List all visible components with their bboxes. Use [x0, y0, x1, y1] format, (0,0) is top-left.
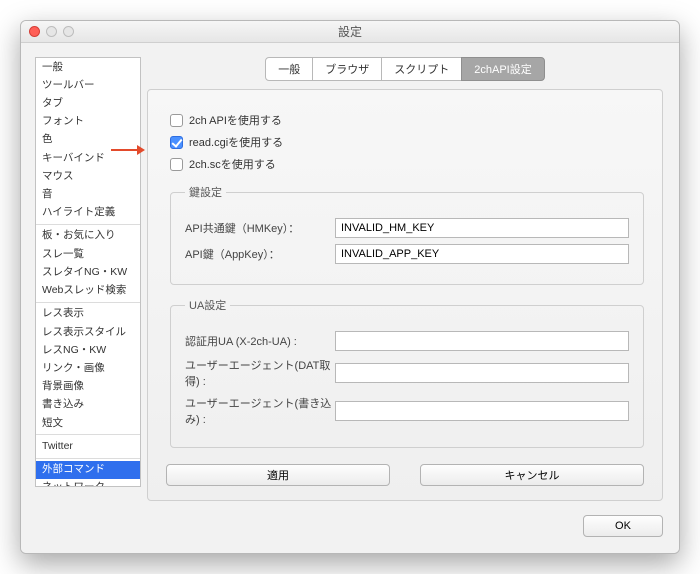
ok-button[interactable]: OK — [583, 515, 663, 537]
checkbox-use-read-cgi[interactable]: read.cgiを使用する — [170, 134, 644, 150]
tab[interactable]: スクリプト — [381, 57, 462, 81]
tab[interactable]: ブラウザ — [312, 57, 382, 81]
sidebar-item[interactable]: スレタイNG・KW — [36, 263, 140, 281]
appkey-input[interactable] — [335, 244, 629, 264]
sidebar-item[interactable]: Twitter — [36, 437, 140, 455]
annotation-arrow — [111, 143, 145, 157]
sidebar-item[interactable]: 板・お気に入り — [36, 227, 140, 245]
checkbox-icon[interactable] — [170, 114, 183, 127]
write-ua-input[interactable] — [335, 401, 629, 421]
hmkey-input[interactable] — [335, 218, 629, 238]
tab[interactable]: 2chAPI設定 — [461, 57, 544, 81]
checkbox-label: read.cgiを使用する — [189, 134, 283, 150]
sidebar-item[interactable]: レスNG・KW — [36, 341, 140, 359]
ua-settings-fieldset: UA設定 認証用UA (X-2ch-UA) : ユーザーエージェント(DAT取得… — [170, 297, 644, 448]
checkbox-use-2ch-sc[interactable]: 2ch.scを使用する — [170, 156, 644, 172]
settings-pane: 2ch APIを使用する read.cgiを使用する 2ch.scを使用する 鍵… — [147, 89, 663, 501]
auth-ua-input[interactable] — [335, 331, 629, 351]
sidebar-item[interactable]: タブ — [36, 94, 140, 112]
sidebar-item[interactable]: ツールバー — [36, 76, 140, 94]
sidebar-item[interactable]: レス表示 — [36, 305, 140, 323]
checkbox-label: 2ch.scを使用する — [189, 156, 276, 172]
appkey-label: API鍵（AppKey）： — [185, 246, 335, 262]
settings-window: 設定 一般ツールバータブフォント色キーバインドマウス音ハイライト定義板・お気に入… — [20, 20, 680, 554]
fieldset-legend: 鍵設定 — [185, 184, 226, 200]
sidebar-item[interactable]: フォント — [36, 113, 140, 131]
sidebar-item[interactable]: スレ一覧 — [36, 245, 140, 263]
window-controls — [29, 26, 74, 37]
dat-ua-input[interactable] — [335, 363, 629, 383]
checkbox-icon[interactable] — [170, 158, 183, 171]
close-icon[interactable] — [29, 26, 40, 37]
checkbox-icon[interactable] — [170, 136, 183, 149]
sidebar-item[interactable]: 音 — [36, 186, 140, 204]
sidebar-item[interactable]: リンク・画像 — [36, 360, 140, 378]
sidebar-item[interactable]: Webスレッド検索 — [36, 282, 140, 300]
sidebar-item[interactable]: ハイライト定義 — [36, 204, 140, 222]
checkbox-use-2ch-api[interactable]: 2ch APIを使用する — [170, 112, 644, 128]
minimize-icon[interactable] — [46, 26, 57, 37]
sidebar-item[interactable]: ネットワーク — [36, 479, 140, 487]
sidebar-item[interactable]: 一般 — [36, 58, 140, 76]
titlebar: 設定 — [21, 21, 679, 43]
window-title: 設定 — [338, 25, 362, 39]
sidebar-item[interactable]: マウス — [36, 167, 140, 185]
hmkey-label: API共通鍵（HMKey）： — [185, 220, 335, 236]
sidebar-item[interactable]: 短文 — [36, 414, 140, 432]
dat-ua-label: ユーザーエージェント(DAT取得) : — [185, 357, 335, 389]
sidebar-item[interactable]: 背景画像 — [36, 378, 140, 396]
auth-ua-label: 認証用UA (X-2ch-UA) : — [185, 333, 335, 349]
tab-bar: 一般ブラウザスクリプト2chAPI設定 — [147, 57, 663, 81]
tab[interactable]: 一般 — [265, 57, 313, 81]
checkbox-label: 2ch APIを使用する — [189, 112, 282, 128]
apply-button[interactable]: 適用 — [166, 464, 390, 486]
cancel-button[interactable]: キャンセル — [420, 464, 644, 486]
category-sidebar[interactable]: 一般ツールバータブフォント色キーバインドマウス音ハイライト定義板・お気に入りスレ… — [35, 57, 141, 487]
zoom-icon[interactable] — [63, 26, 74, 37]
fieldset-legend: UA設定 — [185, 297, 230, 313]
sidebar-item[interactable]: 外部コマンド — [36, 461, 140, 479]
sidebar-item[interactable]: レス表示スタイル — [36, 323, 140, 341]
key-settings-fieldset: 鍵設定 API共通鍵（HMKey）： API鍵（AppKey）： — [170, 184, 644, 285]
write-ua-label: ユーザーエージェント(書き込み) : — [185, 395, 335, 427]
sidebar-item[interactable]: 書き込み — [36, 396, 140, 414]
